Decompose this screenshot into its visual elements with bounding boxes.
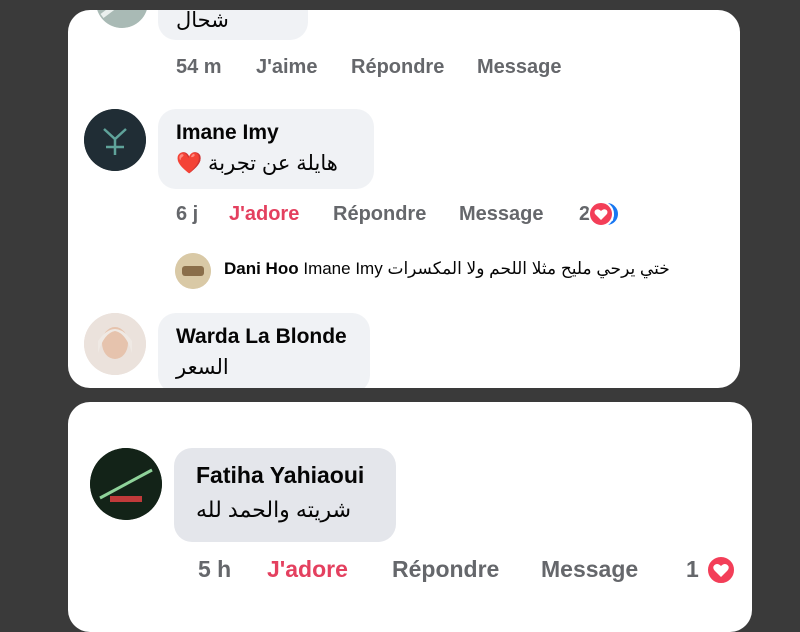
comment-bubble: شحال <box>158 10 308 40</box>
reply-button[interactable]: Répondre <box>351 56 444 79</box>
commenter-avatar[interactable] <box>90 448 162 520</box>
comment-author[interactable]: Fatiha Yahiaoui <box>196 462 378 489</box>
reply-author[interactable]: Dani Hoo <box>224 259 299 278</box>
love-button[interactable]: J'adore <box>267 556 348 583</box>
comment-time[interactable]: 5 h <box>198 556 231 583</box>
avatar-image-icon <box>175 253 211 289</box>
message-button[interactable]: Message <box>459 203 544 226</box>
comment-author[interactable]: Warda La Blonde <box>176 325 354 349</box>
commenter-avatar[interactable] <box>96 10 148 28</box>
love-reaction-icon <box>588 201 614 227</box>
commenter-avatar[interactable] <box>84 109 146 171</box>
comment-text: هايلة عن تجربة <box>208 152 338 175</box>
comment-time[interactable]: 6 j <box>176 203 198 226</box>
comment-text: شحال <box>176 10 229 32</box>
comment-bubble: Warda La Blonde السعر <box>158 313 370 388</box>
comment-actions: 5 h J'adore Répondre Message 1 <box>198 555 738 586</box>
love-reaction-icon <box>706 555 736 585</box>
avatar-image-icon <box>90 448 162 520</box>
comment-author[interactable]: Imane Imy <box>176 121 358 145</box>
love-button[interactable]: J'adore <box>229 203 299 226</box>
reaction-count[interactable]: 1 <box>686 556 699 583</box>
reply-button[interactable]: Répondre <box>333 203 426 226</box>
heart-emoji-icon: ❤️ <box>176 152 203 175</box>
avatar-image-icon <box>97 10 147 28</box>
comment-time[interactable]: 54 m <box>176 56 222 79</box>
avatar-image-icon <box>84 313 146 375</box>
reply-text: ختي يرحي مليح مثلا اللحم ولا المكسرات <box>387 259 670 278</box>
comment-text: شريته والحمد لله <box>196 497 352 522</box>
avatar-image-icon <box>84 109 146 171</box>
reply-mention[interactable]: Imane Imy <box>303 259 382 278</box>
reply-preview[interactable]: Dani Hoo Imane Imy ختي يرحي مليح مثلا ال… <box>224 259 724 285</box>
message-button[interactable]: Message <box>477 56 562 79</box>
like-button[interactable]: J'aime <box>256 56 317 79</box>
reply-button[interactable]: Répondre <box>392 556 499 583</box>
comments-card-top: شحال 54 m J'aime Répondre Message Imane … <box>68 10 740 388</box>
reply-avatar[interactable] <box>175 253 211 289</box>
comment-text: السعر <box>176 356 229 379</box>
comment-actions: 6 j J'adore Répondre Message 2 <box>176 201 716 229</box>
commenter-avatar[interactable] <box>84 313 146 375</box>
comment-bubble: Imane Imy ❤️ هايلة عن تجربة <box>158 109 374 189</box>
comments-card-bottom: Fatiha Yahiaoui شريته والحمد لله 5 h J'a… <box>68 402 752 632</box>
message-button[interactable]: Message <box>541 556 638 583</box>
comment-actions: 54 m J'aime Répondre Message <box>176 56 696 82</box>
comment-bubble: Fatiha Yahiaoui شريته والحمد لله <box>174 448 396 542</box>
